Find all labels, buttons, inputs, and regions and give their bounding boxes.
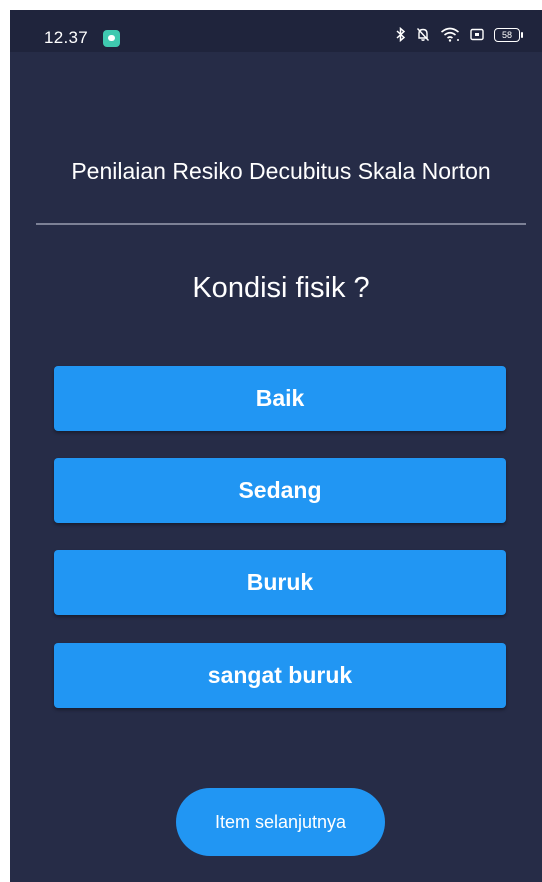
answer-button-buruk[interactable]: Buruk [54,550,506,615]
app-screen: 12.37 58 Penilaian Resiko Decubitus Skal… [10,10,542,882]
bluetooth-icon [396,27,406,42]
status-icons: 58 [396,27,523,42]
title-divider [36,223,526,225]
answer-button-baik[interactable]: Baik [54,366,506,431]
screen-cast-icon [470,28,484,41]
status-time: 12.37 [44,28,89,47]
bell-off-icon [416,27,430,42]
answer-button-sedang[interactable]: Sedang [54,458,506,523]
next-item-button[interactable]: Item selanjutnya [176,788,385,856]
page-title: Penilaian Resiko Decubitus Skala Norton [71,158,491,184]
wifi-icon [440,27,460,42]
chat-notification-icon [103,30,120,47]
question-text: Kondisi fisik ? [192,272,370,304]
answer-button-sangat-buruk[interactable]: sangat buruk [54,643,506,708]
battery-icon: 58 [494,27,523,42]
status-bar: 12.37 58 [10,10,542,52]
